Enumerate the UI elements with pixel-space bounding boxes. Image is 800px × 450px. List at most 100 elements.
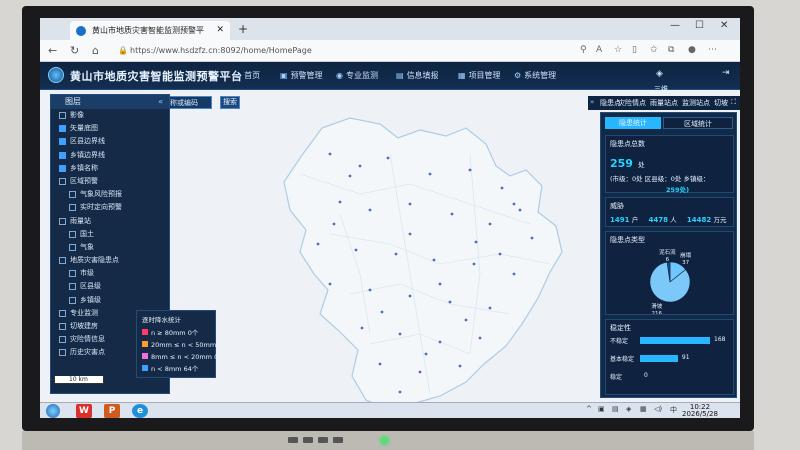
tab-disaster[interactable]: 灾险情点 bbox=[618, 98, 646, 108]
tray-expand-icon[interactable]: ^ bbox=[586, 405, 592, 413]
layer-item[interactable]: 地质灾害隐患点 bbox=[51, 254, 169, 267]
hazard-point[interactable] bbox=[354, 248, 358, 252]
layer-item[interactable]: 气象风险预报 bbox=[51, 188, 169, 201]
new-tab-icon[interactable]: + bbox=[238, 22, 248, 36]
hazard-point[interactable] bbox=[386, 156, 390, 160]
layer-checkbox[interactable] bbox=[59, 323, 66, 330]
layer-checkbox[interactable] bbox=[69, 270, 76, 278]
hazard-point[interactable] bbox=[408, 232, 412, 236]
volume-icon[interactable]: ◁) bbox=[654, 405, 662, 413]
nav-monitoring[interactable]: ◉ 专业监测 bbox=[336, 70, 378, 81]
refresh-icon[interactable]: ↻ bbox=[70, 44, 79, 57]
more-icon[interactable]: ⋯ bbox=[708, 45, 717, 55]
layer-item[interactable]: 国土 bbox=[51, 228, 169, 241]
browser-tab[interactable]: 黄山市地质灾害智能监测预警平 ✕ bbox=[70, 21, 230, 40]
layer-checkbox[interactable] bbox=[59, 151, 66, 159]
url-field[interactable]: 🔒 https://www.hsdzfz.cn:8092/home/HomePa… bbox=[116, 43, 586, 59]
hazard-point[interactable] bbox=[518, 208, 522, 212]
layer-item[interactable]: 区县边界线 bbox=[51, 135, 169, 148]
tray-app-icon[interactable]: ▣ bbox=[598, 405, 605, 413]
hazard-point[interactable] bbox=[512, 272, 516, 276]
hazard-point[interactable] bbox=[468, 168, 472, 172]
layer-checkbox[interactable] bbox=[59, 336, 66, 344]
edge-icon[interactable]: e bbox=[132, 404, 148, 418]
layer-checkbox[interactable] bbox=[69, 283, 76, 291]
layer-item[interactable]: 区域预警 bbox=[51, 175, 169, 188]
layer-checkbox[interactable] bbox=[59, 217, 66, 225]
hazard-point[interactable] bbox=[530, 236, 534, 240]
hazard-point[interactable] bbox=[368, 288, 372, 292]
layer-item[interactable]: 雨量站 bbox=[51, 215, 169, 228]
expand-right-icon[interactable]: » bbox=[590, 98, 594, 106]
hazard-point[interactable] bbox=[398, 390, 402, 394]
profile-icon[interactable]: ● bbox=[688, 45, 696, 55]
hazard-point[interactable] bbox=[464, 318, 468, 322]
hazard-point[interactable] bbox=[394, 252, 398, 256]
layer-checkbox[interactable] bbox=[59, 125, 66, 133]
logout-icon[interactable]: ⇥ bbox=[722, 68, 730, 78]
hazard-point[interactable] bbox=[512, 202, 516, 206]
ime-icon[interactable]: 中 bbox=[670, 405, 677, 415]
hazard-point[interactable] bbox=[360, 326, 364, 330]
layer-item[interactable]: 乡镇名称 bbox=[51, 162, 169, 175]
favorites-icon[interactable]: ✩ bbox=[650, 45, 658, 55]
tab-monitor-station[interactable]: 监测站点 bbox=[682, 98, 710, 108]
hazard-point[interactable] bbox=[450, 212, 454, 216]
read-aloud-icon[interactable]: A bbox=[596, 45, 602, 55]
network-icon[interactable]: ▦ bbox=[640, 405, 647, 413]
hazard-point[interactable] bbox=[368, 208, 372, 212]
hazard-point[interactable] bbox=[488, 222, 492, 226]
search-button[interactable]: 搜索 bbox=[220, 96, 240, 109]
seg-hazard-stats[interactable]: 隐患统计 bbox=[605, 117, 661, 129]
seg-region-stats[interactable]: 区域统计 bbox=[663, 117, 733, 129]
hazard-point[interactable] bbox=[472, 262, 476, 266]
layer-item[interactable]: 矢量底图 bbox=[51, 122, 169, 135]
view-3d-label[interactable]: 三维 bbox=[654, 84, 668, 94]
layer-checkbox[interactable] bbox=[59, 164, 66, 172]
hazard-point[interactable] bbox=[338, 200, 342, 204]
hazard-point[interactable] bbox=[488, 306, 492, 310]
hazard-point[interactable] bbox=[398, 332, 402, 336]
hazard-point[interactable] bbox=[408, 202, 412, 206]
hazard-point[interactable] bbox=[380, 310, 384, 314]
hazard-point[interactable] bbox=[498, 252, 502, 256]
layer-item[interactable]: 市级 bbox=[51, 267, 169, 280]
split-screen-icon[interactable]: ▯ bbox=[632, 45, 637, 55]
favorite-icon[interactable]: ☆ bbox=[614, 45, 622, 55]
hazard-point[interactable] bbox=[332, 222, 336, 226]
hazard-point[interactable] bbox=[428, 172, 432, 176]
tab-rain-station[interactable]: 雨量站点 bbox=[650, 98, 678, 108]
layer-item[interactable]: 乡镇级 bbox=[51, 294, 169, 307]
layer-item[interactable]: 乡镇边界线 bbox=[51, 149, 169, 162]
hazard-point[interactable] bbox=[458, 364, 462, 368]
nav-project[interactable]: ▦ 项目管理 bbox=[458, 70, 501, 81]
hazard-point[interactable] bbox=[432, 258, 436, 262]
hazard-point[interactable] bbox=[408, 294, 412, 298]
zoom-icon[interactable]: ⚲ bbox=[580, 45, 587, 55]
powerpoint-icon[interactable]: P bbox=[104, 404, 120, 418]
layer-checkbox[interactable] bbox=[59, 138, 66, 146]
hazard-point[interactable] bbox=[328, 282, 332, 286]
tray-shield-icon[interactable]: ◈ bbox=[626, 405, 631, 413]
tray-app2-icon[interactable]: ▤ bbox=[612, 405, 619, 413]
hazard-point[interactable] bbox=[478, 336, 482, 340]
hazard-point[interactable] bbox=[438, 282, 442, 286]
layer-checkbox[interactable] bbox=[59, 112, 66, 119]
nav-home[interactable]: ⌂ 首页 bbox=[236, 70, 260, 81]
layer-checkbox[interactable] bbox=[59, 177, 66, 185]
hazard-point[interactable] bbox=[378, 362, 382, 366]
layer-item[interactable]: 实时定向预警 bbox=[51, 201, 169, 214]
nav-warning[interactable]: ▣ 预警管理 bbox=[280, 70, 323, 81]
layer-checkbox[interactable] bbox=[69, 191, 76, 199]
layer-checkbox[interactable] bbox=[59, 309, 66, 317]
hazard-point[interactable] bbox=[348, 174, 352, 178]
wps-icon[interactable]: W bbox=[76, 404, 92, 418]
hazard-point[interactable] bbox=[424, 352, 428, 356]
nav-report[interactable]: ▤ 信息填报 bbox=[396, 70, 439, 81]
hazard-point[interactable] bbox=[316, 242, 320, 246]
hazard-point[interactable] bbox=[418, 370, 422, 374]
home-icon[interactable]: ⌂ bbox=[92, 44, 99, 57]
start-button[interactable] bbox=[46, 404, 60, 418]
hazard-point[interactable] bbox=[358, 164, 362, 168]
layer-checkbox[interactable] bbox=[69, 243, 76, 251]
